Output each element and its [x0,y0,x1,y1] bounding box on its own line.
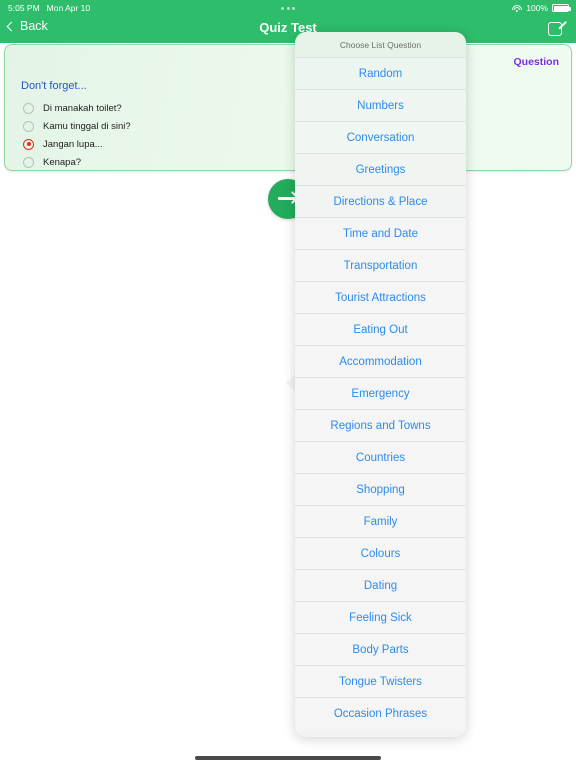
answer-option-label: Jangan lupa... [43,138,103,150]
radio-button-icon[interactable] [23,120,34,132]
popover-header: Choose List Question [295,32,466,58]
battery-percent-label: 100% [526,3,548,13]
multitask-dots-icon [281,6,295,10]
navigation-bar: Back Quiz Test [0,16,576,43]
popover-item-label: Tongue Twisters [339,675,422,688]
popover-item-greetings[interactable]: Greetings [295,154,466,186]
status-bar: 5:05 PM Mon Apr 10 100% [0,0,576,16]
popover-item-label: Random [358,67,403,80]
home-indicator[interactable] [195,756,381,760]
popover-item-label: Greetings [355,163,406,176]
popover-item-colours[interactable]: Colours [295,538,466,570]
popover-item-label: Regions and Towns [330,419,431,432]
popover-item-label: Directions & Place [333,195,428,208]
popover-item-eating-out[interactable]: Eating Out [295,314,466,346]
popover-item-directions-place[interactable]: Directions & Place [295,186,466,218]
popover-item-regions-and-towns[interactable]: Regions and Towns [295,410,466,442]
status-bar-right: 100% [512,3,571,13]
popover-item-label: Tourist Attractions [335,291,426,304]
radio-button-selected-icon[interactable] [23,138,34,150]
answer-option-row-selected[interactable]: Jangan lupa... [23,135,131,153]
question-label: Question [513,56,559,68]
popover-item-label: Occasion Phrases [333,708,428,720]
popover-item-list: Random Numbers Conversation Greetings Di… [295,58,466,730]
popover-item-time-and-date[interactable]: Time and Date [295,218,466,250]
popover-item-emergency[interactable]: Emergency [295,378,466,410]
app-screen: 5:05 PM Mon Apr 10 100% Back Quiz Test Q… [0,0,576,768]
popover-item-label: Dating [363,579,398,592]
popover-item-label: Eating Out [353,323,408,336]
answer-option-label: Kenapa? [43,156,82,168]
popover-item-accommodation[interactable]: Accommodation [295,346,466,378]
popover-item-tourist-attractions[interactable]: Tourist Attractions [295,282,466,314]
radio-button-icon[interactable] [23,156,34,168]
popover-item-family[interactable]: Family [295,506,466,538]
answer-option-row[interactable]: Kamu tinggal di sini? [23,117,131,135]
popover-item-conversation[interactable]: Conversation [295,122,466,154]
wifi-icon [512,4,523,12]
popover-item-label: Numbers [357,99,404,112]
popover-item-shopping[interactable]: Shopping [295,474,466,506]
popover-item-label: Countries [355,451,406,464]
popover-item-body-parts[interactable]: Body Parts [295,634,466,666]
battery-full-icon [552,4,571,12]
popover-item-random[interactable]: Random [295,58,466,90]
quiz-card: Question Don't forget... Di manakah toil… [4,44,572,171]
popover-item-label: Accommodation [339,355,422,368]
popover-item-feeling-sick[interactable]: Feeling Sick [295,602,466,634]
popover-item-label: Transportation [343,259,418,272]
answer-options-list: Di manakah toilet? Kamu tinggal di sini?… [23,99,131,170]
radio-button-icon[interactable] [23,102,34,114]
popover-item-label: Family [363,515,398,528]
popover-item-numbers[interactable]: Numbers [295,90,466,122]
popover-item-label: Body Parts [352,643,409,656]
popover-item-label: Conversation [346,131,415,144]
answer-option-row[interactable]: Di manakah toilet? [23,99,131,117]
popover-item-dating[interactable]: Dating [295,570,466,602]
answer-option-row[interactable]: Kenapa? [23,153,131,170]
compose-icon[interactable] [548,20,568,38]
answer-option-label: Kamu tinggal di sini? [43,120,131,132]
choose-list-question-popover: Choose List Question Random Numbers Conv… [295,32,466,737]
popover-item-transportation[interactable]: Transportation [295,250,466,282]
popover-item-countries[interactable]: Countries [295,442,466,474]
popover-item-label: Time and Date [343,227,418,240]
popover-item-occasion-phrases[interactable]: Occasion Phrases [295,698,466,730]
page-title: Quiz Test [259,20,317,35]
question-prompt: Don't forget... [21,80,87,92]
popover-item-label: Colours [360,547,401,560]
status-bar-center [0,6,576,10]
popover-item-label: Feeling Sick [349,611,412,624]
popover-item-tongue-twisters[interactable]: Tongue Twisters [295,666,466,698]
popover-item-label: Shopping [356,483,405,496]
answer-option-label: Di manakah toilet? [43,102,122,114]
popover-item-label: Emergency [351,387,410,400]
